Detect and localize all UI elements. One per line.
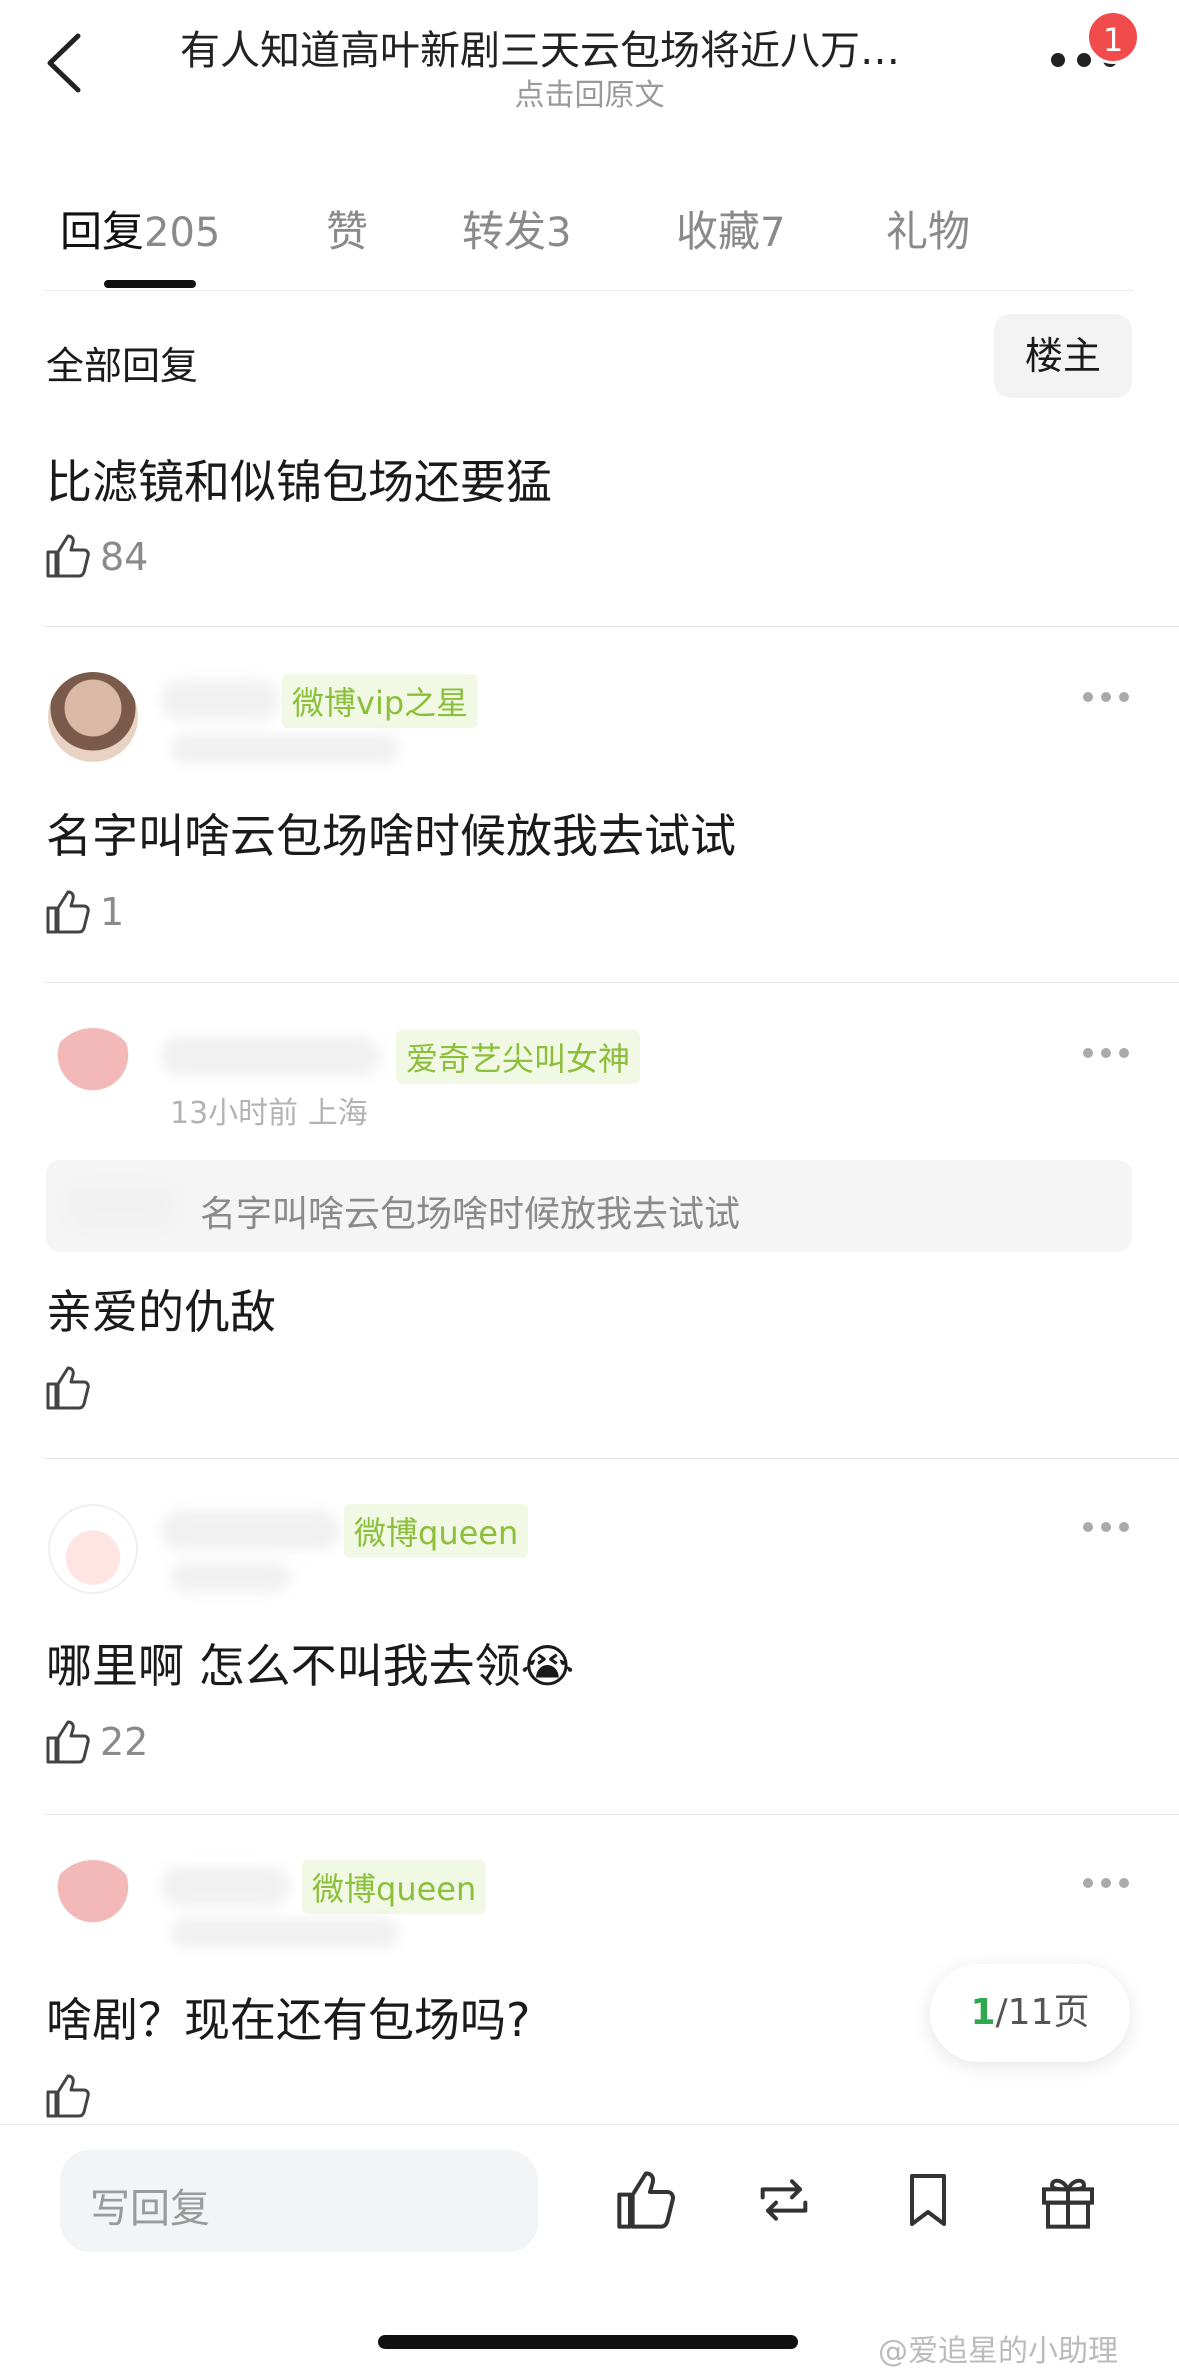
notification-badge: 1 xyxy=(1086,10,1140,64)
page-indicator[interactable]: 1/11页 xyxy=(930,1964,1130,2062)
tab-replies[interactable]: 回复205 xyxy=(60,198,220,259)
tab-favorites[interactable]: 收藏7 xyxy=(676,198,785,259)
comment-text: 啥剧？现在还有包场吗? xyxy=(46,1993,531,2047)
user-badge: 微博queen xyxy=(344,1504,529,1558)
like-icon[interactable] xyxy=(614,2168,678,2232)
comment-text: 比滤镜和似锦包场还要猛 xyxy=(46,455,552,509)
divider xyxy=(44,1458,1179,1459)
comment-meta: 13小时前 上海 xyxy=(170,1096,368,1131)
comment-text: 名字叫啥云包场啥时候放我去试试 xyxy=(46,809,736,863)
divider xyxy=(44,290,1134,291)
all-replies-sort[interactable]: 全部回复 xyxy=(46,335,198,390)
comment-more-icon[interactable] xyxy=(1082,1876,1130,1890)
comment-meta-blurred xyxy=(170,1918,400,1948)
tab-reposts[interactable]: 转发3 xyxy=(462,198,571,259)
comment-more-icon[interactable] xyxy=(1082,1046,1130,1060)
divider xyxy=(44,982,1179,983)
avatar[interactable] xyxy=(48,672,138,762)
username-blurred[interactable] xyxy=(160,1036,380,1076)
thumbs-up-icon[interactable] xyxy=(44,2072,92,2120)
user-badge: 微博queen xyxy=(302,1860,487,1914)
post-title[interactable]: 有人知道高叶新剧三天云包场将近八万… xyxy=(180,18,1000,76)
back-to-original-link[interactable]: 点击回原文 xyxy=(0,70,1179,114)
avatar[interactable] xyxy=(48,1860,138,1950)
user-badge: 爱奇艺尖叫女神 xyxy=(396,1030,641,1084)
comment-more-icon[interactable] xyxy=(1082,1520,1130,1534)
comment-meta-blurred xyxy=(170,1562,290,1592)
like-count: 84 xyxy=(100,535,149,579)
thumbs-up-icon[interactable] xyxy=(44,888,92,936)
thumbs-up-icon[interactable] xyxy=(44,1364,92,1412)
username-blurred[interactable] xyxy=(160,1866,290,1906)
comment-meta-blurred xyxy=(170,734,400,764)
divider xyxy=(44,626,1179,627)
quoted-username-blurred xyxy=(66,1186,176,1226)
thumbs-up-icon[interactable] xyxy=(44,1718,92,1766)
divider xyxy=(44,1814,1179,1815)
like-count: 1 xyxy=(100,890,125,934)
avatar[interactable] xyxy=(48,1028,138,1118)
comment-more-icon[interactable] xyxy=(1082,690,1130,704)
active-tab-indicator xyxy=(104,280,196,288)
username-blurred[interactable] xyxy=(160,680,280,720)
home-indicator xyxy=(378,2335,798,2349)
gift-icon[interactable] xyxy=(1036,2168,1100,2232)
tab-gifts[interactable]: 礼物 xyxy=(886,198,970,259)
comment-text: 哪里啊 怎么不叫我去领😭 xyxy=(46,1639,575,1693)
watermark: @爱追星的小助理 xyxy=(878,2334,1118,2369)
user-badge: 微博vip之星 xyxy=(282,674,479,728)
reply-input-placeholder: 写回复 xyxy=(90,2186,210,2232)
comment-text: 亲爱的仇敌 xyxy=(46,1285,276,1339)
avatar[interactable] xyxy=(48,1504,138,1594)
repost-icon[interactable] xyxy=(752,2168,816,2232)
tab-likes[interactable]: 赞 xyxy=(326,198,368,259)
thumbs-up-icon[interactable] xyxy=(44,532,92,580)
username-blurred[interactable] xyxy=(160,1510,340,1550)
bookmark-icon[interactable] xyxy=(896,2168,960,2232)
op-only-filter-button[interactable]: 楼主 xyxy=(994,314,1132,398)
like-count: 22 xyxy=(100,1720,149,1764)
quoted-reply-text: 名字叫啥云包场啥时候放我去试试 xyxy=(200,1194,741,1235)
